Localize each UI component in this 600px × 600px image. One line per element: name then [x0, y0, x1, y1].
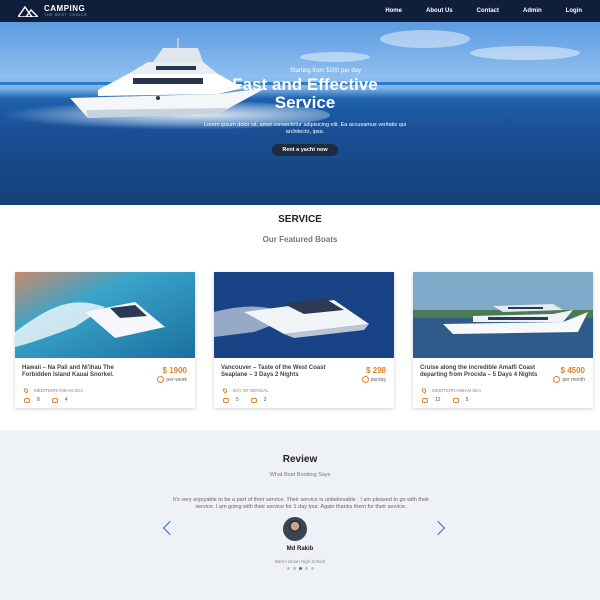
brand-name: CAMPING [44, 3, 86, 13]
card-price: $ 298 [365, 366, 386, 375]
stat-rooms: 4 [64, 397, 68, 403]
card-location: MEDITERRANEAN SEA [420, 387, 482, 394]
boat-image [214, 272, 394, 358]
stat-guests: 5 [236, 397, 239, 403]
stat-guests: 8 [37, 397, 40, 403]
cloud [300, 52, 370, 62]
brand-logo[interactable]: CAMPING THE BEST CHOICE [18, 3, 88, 18]
person-icon [422, 397, 428, 403]
bed-icon [51, 397, 58, 403]
hero-banner: Starting from $200 per day Fast and Effe… [0, 22, 600, 205]
person-icon [223, 397, 229, 403]
heart-icon[interactable] [157, 376, 165, 383]
next-arrow-icon[interactable] [430, 520, 446, 536]
stat-rooms: 5 [465, 397, 469, 403]
review-subheading: What Boat Booking Says [269, 472, 331, 478]
card-location-label: MEDITERRANEAN SEA [34, 388, 84, 393]
card-location-label: BAY OF BENGAL [233, 388, 269, 393]
nav-home[interactable]: Home [385, 8, 402, 14]
heart-icon[interactable] [361, 376, 369, 383]
card-period: per-week [157, 376, 187, 383]
hero-title: Fast and Effective Service [232, 75, 378, 112]
review-section: Review What Boat Booking Says It's very … [0, 430, 600, 600]
card-period-label: per month [562, 376, 585, 383]
card-period-label: perday [370, 376, 386, 383]
bed-icon [452, 397, 459, 403]
top-navbar: CAMPING THE BEST CHOICE Home About Us Co… [0, 0, 600, 22]
bed-icon [250, 397, 257, 403]
nav-login[interactable]: Login [566, 8, 582, 14]
hero-text-block: Starting from $200 per day Fast and Effe… [200, 68, 410, 156]
nav-admin[interactable]: Admin [523, 8, 542, 14]
review-heading: Review [282, 454, 318, 465]
person-icon [24, 397, 30, 403]
boat-image [413, 272, 593, 358]
card-title: Cruise along the incredible Amalfi Coast… [420, 365, 538, 378]
review-quote: It's very enjoyable to be a part of thei… [172, 497, 430, 510]
card-price: $ 1900 [162, 366, 187, 375]
card-stats: 8 4 [24, 397, 80, 403]
card-stats: 12 5 [422, 397, 480, 403]
card-price: $ 4500 [560, 366, 585, 375]
main-menu: Home About Us Contact Admin Login [361, 0, 582, 22]
carousel-dot[interactable] [305, 567, 308, 570]
service-subheading: Our Featured Boats [262, 235, 338, 244]
mountain-logo-icon [18, 5, 38, 17]
hero-starting-price: Starting from $200 per day [290, 68, 362, 74]
carousel-dots [287, 567, 317, 570]
card-location: BAY OF BENGAL [221, 387, 269, 394]
carousel-dot[interactable] [287, 567, 290, 570]
reviewer-school: Barmi Union High School [274, 559, 326, 564]
boat-image [15, 272, 195, 358]
carousel-dot[interactable] [293, 567, 296, 570]
card-location-label: MEDITERRANEAN SEA [432, 388, 482, 393]
location-pin-icon [22, 387, 30, 394]
previous-arrow-icon[interactable] [162, 520, 178, 536]
boat-card[interactable]: Cruise along the incredible Amalfi Coast… [413, 272, 593, 408]
cloud [380, 30, 470, 48]
stat-guests: 12 [435, 397, 441, 403]
boat-card[interactable]: Vancouver – Taste of the West Coast Seap… [214, 272, 394, 408]
stat-rooms: 2 [263, 397, 267, 403]
hero-description: Lorem ipsum dolor sit, amet consectetur … [203, 122, 407, 135]
nav-contact[interactable]: Contact [477, 8, 499, 14]
nav-about-us[interactable]: About Us [426, 8, 453, 14]
rent-yacht-button[interactable]: Rent a yacht now [272, 144, 338, 156]
card-period-label: per-week [166, 376, 187, 383]
card-location: MEDITERRANEAN SEA [22, 387, 84, 394]
card-period: per month [553, 376, 585, 383]
boat-card[interactable]: Hawaii – Na Pali and Ni'ihau The Forbidd… [15, 272, 195, 408]
carousel-dot[interactable] [311, 567, 314, 570]
heart-icon[interactable] [553, 376, 561, 383]
card-period: perday [361, 376, 386, 383]
card-stats: 5 2 [223, 397, 279, 403]
carousel-dot[interactable] [299, 567, 302, 570]
location-pin-icon [420, 387, 428, 394]
cloud [470, 46, 580, 60]
service-heading: SERVICE [278, 214, 322, 225]
brand-tagline: THE BEST CHOICE [44, 12, 88, 17]
card-title: Hawaii – Na Pali and Ni'ihau The Forbidd… [22, 365, 114, 378]
card-title: Vancouver – Taste of the West Coast Seap… [221, 365, 326, 378]
reviewer-avatar [283, 517, 307, 541]
reviewer-name: Md Rakib [286, 546, 314, 552]
location-pin-icon [221, 387, 229, 394]
